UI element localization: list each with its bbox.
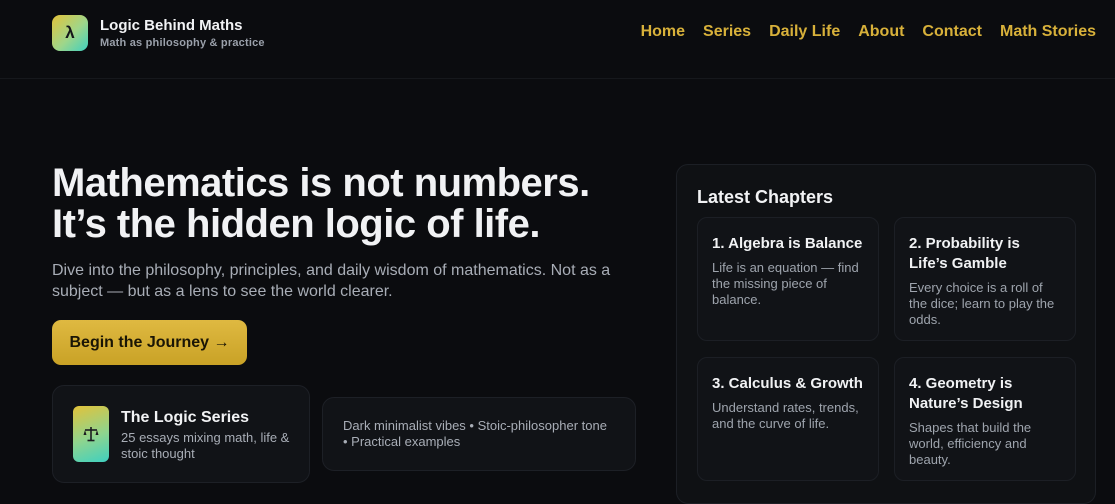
chapter-card-calculus[interactable]: 3. Calculus & Growth Understand rates, t… xyxy=(697,357,879,481)
nav-math-stories[interactable]: Math Stories xyxy=(1000,23,1096,41)
logo-lambda-icon[interactable]: λ xyxy=(52,15,88,51)
nav-contact[interactable]: Contact xyxy=(922,23,982,41)
nav-about[interactable]: About xyxy=(858,23,904,41)
chapter-title: 4. Geometry is Nature’s Design xyxy=(909,375,1023,412)
hero-subtitle: Dive into the philosophy, principles, an… xyxy=(52,262,611,300)
chapter-title: 3. Calculus & Growth xyxy=(712,375,863,392)
chapter-card-geometry[interactable]: 4. Geometry is Nature’s Design Shapes th… xyxy=(894,357,1076,481)
chapter-description: Every choice is a roll of the dice; lear… xyxy=(909,280,1055,327)
series-title: The Logic Series xyxy=(121,409,250,426)
hero-title-line-1: Mathematics is not numbers. xyxy=(52,161,590,205)
nav-home[interactable]: Home xyxy=(641,23,685,41)
series-description: 25 essays mixing math, life & stoic thou… xyxy=(121,430,290,461)
chapter-card-probability[interactable]: 2. Probability is Life’s Gamble Every ch… xyxy=(894,217,1076,341)
chapter-description: Understand rates, trends, and the curve … xyxy=(712,400,859,431)
brand-title[interactable]: Logic Behind Maths xyxy=(100,17,243,34)
hero-title: Mathematics is not numbers. It’s the hid… xyxy=(52,163,672,245)
nav-daily-life[interactable]: Daily Life xyxy=(769,23,840,41)
main-nav: Home Series Daily Life About Contact Mat… xyxy=(641,23,1096,41)
chapter-title: 1. Algebra is Balance xyxy=(712,235,863,252)
hero-title-line-2: It’s the hidden logic of life. xyxy=(52,202,540,246)
chapter-description: Shapes that build the world, efficiency … xyxy=(909,420,1032,467)
begin-journey-button[interactable]: Begin the Journey → xyxy=(52,320,247,365)
brand-tagline: Math as philosophy & practice xyxy=(100,37,265,49)
chapter-description: Life is an equation — find the missing p… xyxy=(712,260,859,307)
chapter-title: 2. Probability is Life’s Gamble xyxy=(909,235,1020,272)
vibe-card: Dark minimalist vibes • Stoic-philosophe… xyxy=(322,397,636,471)
chapter-card-algebra[interactable]: 1. Algebra is Balance Life is an equatio… xyxy=(697,217,879,341)
nav-series[interactable]: Series xyxy=(703,23,751,41)
site-header: λ Logic Behind Maths Math as philosophy … xyxy=(0,0,1115,79)
latest-chapters-heading: Latest Chapters xyxy=(697,187,834,207)
latest-chapters-panel: Latest Chapters 1. Algebra is Balance Li… xyxy=(676,164,1096,504)
logic-series-card[interactable]: The Logic Series 25 essays mixing math, … xyxy=(52,385,310,483)
scales-icon xyxy=(73,406,109,462)
